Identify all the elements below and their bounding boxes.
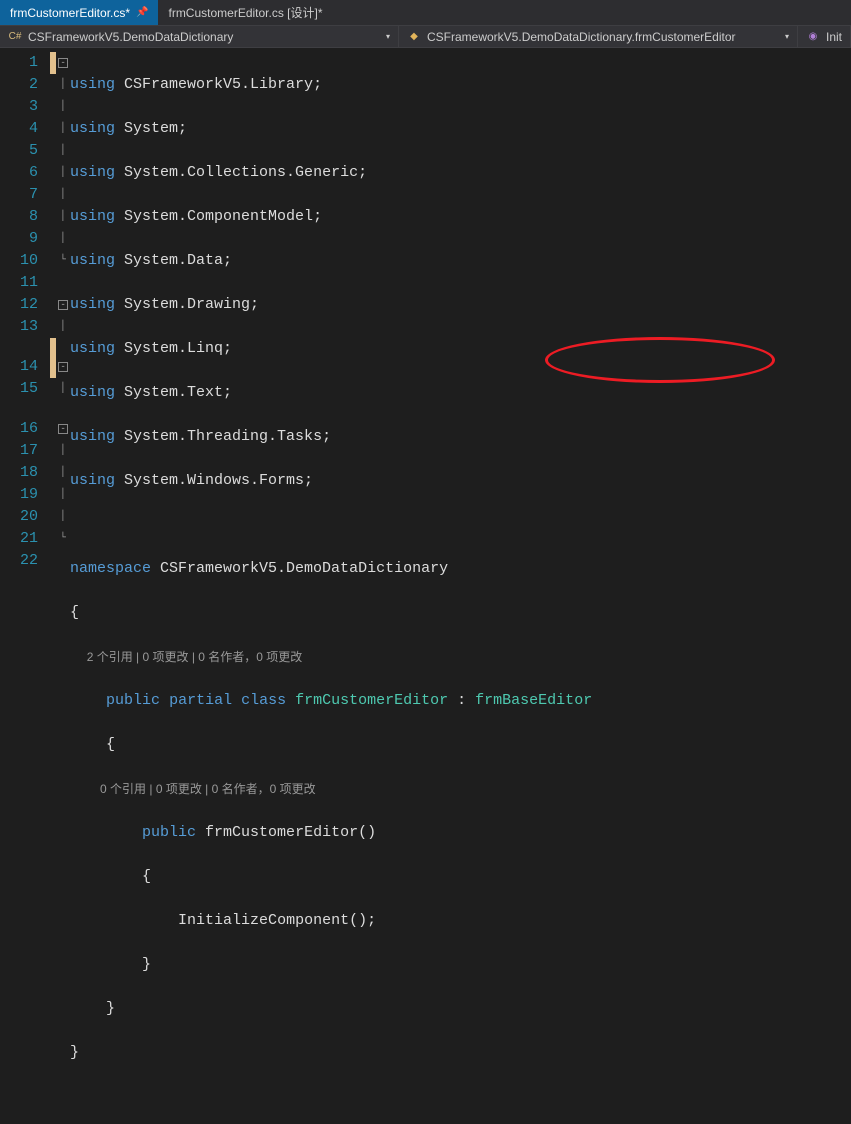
nav-class-label: CSFrameworkV5.DemoDataDictionary.frmCust… — [427, 30, 736, 44]
code-line: InitializeComponent(); — [70, 910, 851, 932]
code-line: { — [70, 602, 851, 624]
nav-class[interactable]: ◆ CSFrameworkV5.DemoDataDictionary.frmCu… — [399, 26, 798, 47]
tab-label: frmCustomerEditor.cs* — [10, 6, 130, 20]
code-line: { — [70, 734, 851, 756]
code-line: public frmCustomerEditor() — [70, 822, 851, 844]
tab-label: frmCustomerEditor.cs [设计]* — [168, 4, 322, 21]
code-line: using System.Linq; — [70, 338, 851, 360]
fold-toggle[interactable]: - — [58, 424, 68, 434]
code-line: using System.Text; — [70, 382, 851, 404]
fold-column: - │ │ │ │ │ │ │ │ └ - │ - │ - │ │ │ │ └ — [56, 48, 70, 562]
code-line: { — [70, 866, 851, 888]
document-tabs: frmCustomerEditor.cs* 📌 frmCustomerEdito… — [0, 0, 851, 26]
nav-namespace-label: CSFrameworkV5.DemoDataDictionary — [28, 30, 233, 44]
csharp-icon: C# — [8, 30, 22, 44]
code-line: using System.Data; — [70, 250, 851, 272]
tab-designer[interactable]: frmCustomerEditor.cs [设计]* — [158, 0, 332, 25]
code-line — [70, 514, 851, 536]
codelens[interactable]: 0 个引用 | 0 项更改 | 0 名作者，0 项更改 — [70, 778, 851, 800]
tab-active[interactable]: frmCustomerEditor.cs* 📌 — [0, 0, 158, 25]
nav-member[interactable]: ◉ Init — [798, 26, 851, 47]
code-line: using System.Collections.Generic; — [70, 162, 851, 184]
code-line: using System.ComponentModel; — [70, 206, 851, 228]
method-icon: ◉ — [806, 30, 820, 44]
code-line: namespace CSFrameworkV5.DemoDataDictiona… — [70, 558, 851, 580]
code-line: public partial class frmCustomerEditor :… — [70, 690, 851, 712]
chevron-down-icon: ▾ — [386, 32, 390, 41]
chevron-down-icon: ▾ — [785, 32, 789, 41]
fold-toggle[interactable]: - — [58, 362, 68, 372]
code-line: } — [70, 1042, 851, 1064]
code-area[interactable]: using CSFrameworkV5.Library; using Syste… — [70, 48, 851, 562]
code-editor[interactable]: 1 2 3 4 5 6 7 8 9 10 11 12 13 14 15 16 1… — [0, 48, 851, 562]
code-line: } — [70, 998, 851, 1020]
navigation-bar: C# CSFrameworkV5.DemoDataDictionary ▾ ◆ … — [0, 26, 851, 48]
fold-toggle[interactable]: - — [58, 300, 68, 310]
code-line: using CSFrameworkV5.Library; — [70, 74, 851, 96]
code-line: } — [70, 954, 851, 976]
nav-member-label: Init — [826, 30, 842, 44]
fold-toggle[interactable]: - — [58, 58, 68, 68]
code-line: using System; — [70, 118, 851, 140]
nav-namespace[interactable]: C# CSFrameworkV5.DemoDataDictionary ▾ — [0, 26, 399, 47]
line-number-gutter: 1 2 3 4 5 6 7 8 9 10 11 12 13 14 15 16 1… — [0, 48, 50, 562]
code-line: using System.Drawing; — [70, 294, 851, 316]
code-line: using System.Windows.Forms; — [70, 470, 851, 492]
class-icon: ◆ — [407, 30, 421, 44]
codelens[interactable]: 2 个引用 | 0 项更改 | 0 名作者，0 项更改 — [70, 646, 851, 668]
code-line: using System.Threading.Tasks; — [70, 426, 851, 448]
pin-icon[interactable]: 📌 — [136, 7, 148, 18]
